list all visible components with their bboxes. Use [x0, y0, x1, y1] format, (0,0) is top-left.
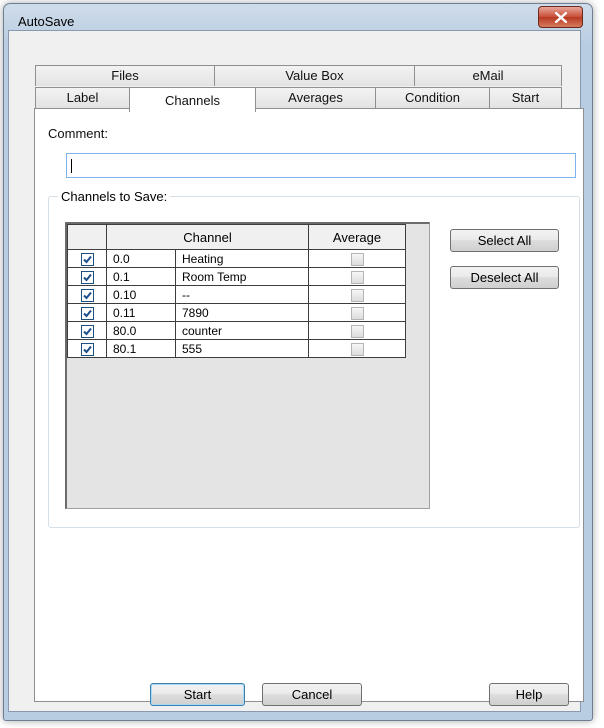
channel-number-cell: 0.0: [106, 249, 176, 268]
select-all-button[interactable]: Select All: [450, 229, 559, 252]
channel-number-cell: 0.11: [106, 303, 176, 322]
average-header[interactable]: Average: [308, 224, 406, 250]
row-select-cell: [67, 303, 107, 322]
table-body: 0.0 Heating 0.1 Room Temp 0.10 -- 0.11 7890 80.0…: [67, 249, 406, 358]
text-caret: [71, 159, 72, 173]
channel-name-cell: --: [175, 285, 309, 304]
check-icon: [82, 255, 92, 264]
channel-name-cell: Heating: [175, 249, 309, 268]
average-checkbox[interactable]: [350, 252, 364, 266]
header-select-cell: [67, 224, 107, 250]
tab-label: Files: [111, 68, 139, 83]
table-row[interactable]: 0.10 --: [67, 285, 406, 304]
close-icon: [554, 11, 567, 23]
tab-label-text: Channels: [165, 93, 220, 108]
average-checkbox[interactable]: [350, 288, 364, 302]
comment-label: Comment:: [48, 126, 108, 141]
tab-files[interactable]: Files: [35, 65, 215, 86]
average-cell: [308, 321, 406, 340]
tab-averages[interactable]: Averages: [255, 87, 376, 108]
comment-input[interactable]: [66, 153, 576, 178]
save-checkbox[interactable]: [80, 324, 94, 338]
channel-number-cell: 0.10: [106, 285, 176, 304]
average-cell: [308, 303, 406, 322]
row-select-cell: [67, 339, 107, 358]
start-button[interactable]: Start: [150, 683, 245, 706]
average-cell: [308, 339, 406, 358]
save-checkbox[interactable]: [80, 288, 94, 302]
check-icon: [82, 309, 92, 318]
table-row[interactable]: 80.1 555: [67, 339, 406, 358]
tab-label-text: Start: [511, 90, 540, 105]
average-checkbox[interactable]: [350, 342, 364, 356]
channel-number-cell: 80.0: [106, 321, 176, 340]
table-header-row: Channel Average: [67, 224, 406, 250]
check-icon: [82, 291, 92, 300]
deselect-all-button[interactable]: Deselect All: [450, 266, 559, 289]
channel-header[interactable]: Channel: [106, 224, 309, 250]
average-cell: [308, 267, 406, 286]
table-row[interactable]: 0.0 Heating: [67, 249, 406, 268]
tab-start[interactable]: Start: [489, 87, 562, 108]
save-checkbox[interactable]: [80, 306, 94, 320]
channel-name-cell: counter: [175, 321, 309, 340]
window-title: AutoSave: [18, 14, 75, 29]
row-select-cell: [67, 321, 107, 340]
average-cell: [308, 285, 406, 304]
tab-label-text: Condition: [405, 90, 460, 105]
channel-number-cell: 80.1: [106, 339, 176, 358]
row-select-cell: [67, 267, 107, 286]
close-button[interactable]: [538, 6, 583, 28]
channel-number-cell: 0.1: [106, 267, 176, 286]
row-select-cell: [67, 249, 107, 268]
tab-label: Value Box: [285, 68, 344, 83]
average-checkbox[interactable]: [350, 270, 364, 284]
help-button[interactable]: Help: [489, 683, 569, 706]
table-row[interactable]: 80.0 counter: [67, 321, 406, 340]
tab-label-text: Label: [66, 90, 99, 105]
channels-table: Channel Average 0.0 Heating 0.1 Room Temp 0.…: [67, 224, 406, 358]
average-checkbox[interactable]: [350, 324, 364, 338]
table-row[interactable]: 0.11 7890: [67, 303, 406, 322]
tab-email[interactable]: eMail: [414, 65, 562, 86]
check-icon: [82, 327, 92, 336]
save-checkbox[interactable]: [80, 252, 94, 266]
channel-name-cell: 555: [175, 339, 309, 358]
average-checkbox[interactable]: [350, 306, 364, 320]
check-icon: [82, 345, 92, 354]
save-checkbox[interactable]: [80, 342, 94, 356]
check-icon: [82, 273, 92, 282]
tab-channels[interactable]: Channels: [129, 87, 256, 112]
table-row[interactable]: 0.1 Room Temp: [67, 267, 406, 286]
channel-name-cell: Room Temp: [175, 267, 309, 286]
channels-grid[interactable]: Channel Average 0.0 Heating 0.1 Room Temp 0.…: [65, 222, 430, 509]
channel-name-cell: 7890: [175, 303, 309, 322]
channels-group-label: Channels to Save:: [58, 189, 171, 204]
tab-label[interactable]: Label: [35, 87, 130, 108]
average-cell: [308, 249, 406, 268]
tab-value-box[interactable]: Value Box: [214, 65, 415, 86]
tab-condition[interactable]: Condition: [375, 87, 490, 108]
tab-label: eMail: [472, 68, 504, 83]
row-select-cell: [67, 285, 107, 304]
tab-label-text: Averages: [288, 90, 343, 105]
cancel-button[interactable]: Cancel: [262, 683, 362, 706]
save-checkbox[interactable]: [80, 270, 94, 284]
